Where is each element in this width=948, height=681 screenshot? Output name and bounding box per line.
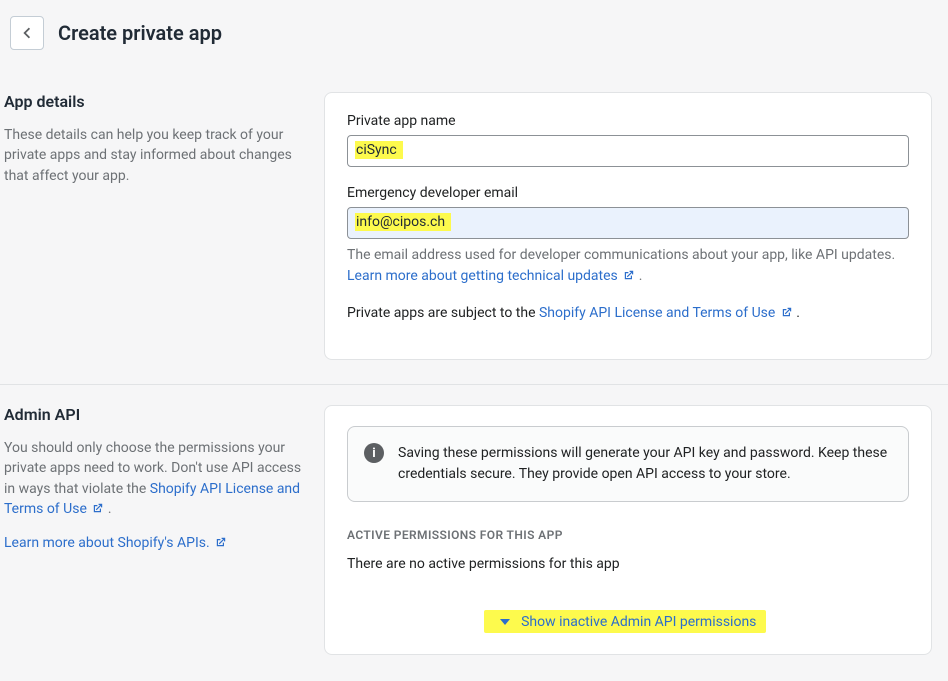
- app-name-input[interactable]: [347, 135, 909, 167]
- admin-api-description: You should only choose the permissions y…: [4, 438, 304, 519]
- app-details-description: These details can help you keep track of…: [4, 125, 304, 186]
- caret-down-icon: [500, 619, 510, 625]
- section-admin-api: Admin API You should only choose the per…: [0, 385, 948, 679]
- external-link-icon: [781, 306, 793, 318]
- learn-technical-updates-link[interactable]: Learn more about getting technical updat…: [347, 268, 639, 284]
- page-header: Create private app: [0, 0, 948, 72]
- info-icon: i: [364, 443, 384, 463]
- admin-api-side: Admin API You should only choose the per…: [4, 405, 304, 655]
- info-banner-text: Saving these permissions will generate y…: [398, 443, 892, 485]
- external-link-icon: [92, 502, 104, 514]
- developer-email-label: Emergency developer email: [347, 185, 909, 201]
- learn-shopify-apis-link[interactable]: Learn more about Shopify's APIs.: [4, 535, 227, 551]
- back-button[interactable]: [10, 16, 44, 50]
- app-details-heading: App details: [4, 92, 304, 111]
- external-link-icon: [215, 536, 227, 548]
- developer-email-field: Emergency developer email info@cipos.ch …: [347, 185, 909, 321]
- arrow-left-icon: [18, 24, 36, 42]
- app-name-label: Private app name: [347, 113, 909, 129]
- page-title: Create private app: [58, 21, 222, 45]
- app-details-card: Private app name ciSync Emergency develo…: [324, 92, 932, 360]
- admin-api-card: i Saving these permissions will generate…: [324, 405, 932, 655]
- show-inactive-link[interactable]: Show inactive Admin API permissions: [521, 614, 756, 630]
- app-name-field: Private app name ciSync: [347, 113, 909, 167]
- section-app-details: App details These details can help you k…: [0, 72, 948, 385]
- info-banner: i Saving these permissions will generate…: [347, 426, 909, 502]
- api-license-para: Private apps are subject to the Shopify …: [347, 305, 909, 321]
- active-permissions-empty: There are no active permissions for this…: [347, 556, 909, 572]
- show-inactive-row: Show inactive Admin API permissions: [347, 606, 909, 634]
- developer-email-input[interactable]: [347, 207, 909, 239]
- api-license-link[interactable]: Shopify API License and Terms of Use: [539, 305, 796, 321]
- developer-email-help: The email address used for developer com…: [347, 245, 909, 287]
- admin-api-heading: Admin API: [4, 405, 304, 424]
- active-permissions-title: ACTIVE PERMISSIONS FOR THIS APP: [347, 528, 909, 542]
- app-details-side: App details These details can help you k…: [4, 92, 304, 360]
- external-link-icon: [623, 269, 635, 281]
